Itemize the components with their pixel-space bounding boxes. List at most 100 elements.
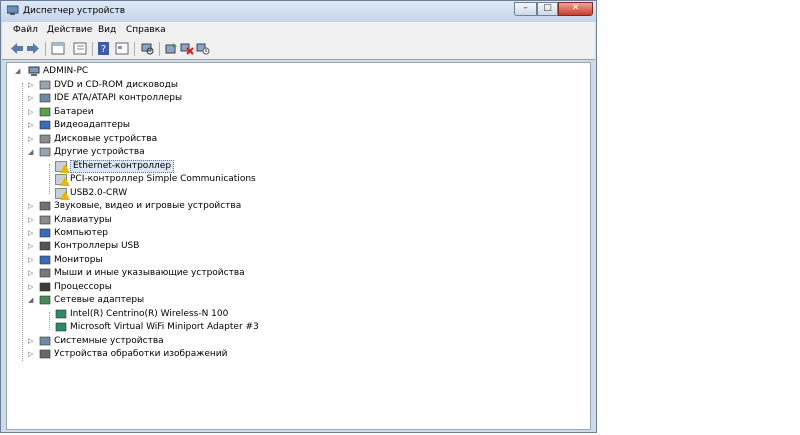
maximize-button[interactable]: □ (537, 2, 558, 16)
tree-device[interactable]: PCI-контроллер Simple Communications (55, 173, 475, 187)
collapse-arrow-icon[interactable]: ◢ (28, 146, 36, 159)
processor-icon (39, 282, 51, 292)
toolbar-separator (134, 42, 135, 56)
network-card-icon (55, 322, 67, 332)
tree-category[interactable]: ▷ Контроллеры USB (28, 240, 448, 253)
expand-root-icon[interactable]: ◢ (15, 65, 23, 78)
uninstall-icon[interactable] (180, 42, 194, 55)
tree-device[interactable]: USB2.0-CRW (55, 187, 475, 200)
tree-category[interactable]: ▷ Звуковые, видео и игровые устройства (28, 200, 448, 213)
tree-node-label: Устройства обработки изображений (54, 349, 228, 359)
expand-arrow-icon[interactable]: ▷ (28, 227, 36, 240)
toolbar: ? (2, 39, 595, 60)
tree-node-label: DVD и CD-ROM дисководы (54, 80, 178, 90)
expand-arrow-icon[interactable]: ▷ (28, 335, 36, 348)
tree-category[interactable]: ▷ Видеоадаптеры (28, 119, 448, 132)
tree-category[interactable]: ▷ Системные устройства (28, 335, 448, 348)
tree-guide-line (49, 312, 50, 330)
expand-arrow-icon[interactable]: ▷ (28, 348, 36, 361)
tree-node-label: USB2.0-CRW (70, 187, 128, 198)
system-devices-icon (39, 336, 51, 345)
tree-category[interactable]: ▷ Мыши и иные указывающие устройства (28, 267, 448, 280)
tree-device[interactable]: Intel(R) Centrino(R) Wireless-N 100 (55, 308, 475, 321)
warning-triangle-icon (60, 163, 70, 173)
expand-arrow-icon[interactable]: ▷ (28, 281, 36, 294)
expand-arrow-icon[interactable]: ▷ (28, 119, 36, 132)
imaging-device-icon (39, 349, 51, 359)
warning-device-icon (55, 174, 70, 187)
computer-icon (28, 66, 40, 76)
tree-node-label: Звуковые, видео и игровые устройства (54, 201, 242, 212)
keyboard-icon (39, 215, 51, 224)
tree-category[interactable]: ▷ Батареи (28, 106, 448, 119)
update-driver-icon[interactable] (164, 42, 178, 55)
warning-device-icon (55, 160, 70, 173)
device-manager-icon (7, 5, 19, 15)
root-label: ADMIN-PC (43, 66, 89, 76)
expand-arrow-icon[interactable]: ▷ (28, 240, 36, 253)
tree-category[interactable]: ▷ Устройства обработки изображений (28, 348, 448, 361)
disable-device-icon[interactable] (196, 42, 210, 55)
menu-help[interactable]: Справка (126, 25, 166, 35)
device-manager-window: Диспетчер устройств – □ ✕ Файл Действие … (0, 0, 597, 433)
toolbar-separator (92, 42, 93, 56)
monitor-computer-icon (39, 228, 51, 238)
tree-node-label: Батареи (54, 106, 94, 117)
expand-arrow-icon[interactable]: ▷ (28, 214, 36, 227)
tree-category[interactable]: ▷ IDE ATA/ATAPI контроллеры (28, 92, 448, 105)
back-arrow-icon[interactable] (10, 42, 24, 55)
tree-category[interactable]: ▷ Компьютер (28, 227, 448, 240)
expand-arrow-icon[interactable]: ▷ (28, 254, 36, 267)
tree-node-label: Системные устройства (54, 335, 164, 346)
expand-arrow-icon[interactable]: ▷ (28, 79, 36, 92)
tree-device[interactable]: Ethernet-контроллер (55, 159, 475, 173)
network-adapter-icon (39, 295, 51, 305)
close-button[interactable]: ✕ (558, 2, 593, 16)
expand-arrow-icon[interactable]: ▷ (28, 133, 36, 146)
minimize-button[interactable]: – (514, 2, 537, 16)
menu-bar: Файл Действие Вид Справка (2, 22, 595, 39)
tree-category[interactable]: ◢ Сетевые адаптеры (28, 294, 448, 307)
collapse-arrow-icon[interactable]: ◢ (28, 294, 36, 307)
tree-category[interactable]: ▷ Мониторы (28, 254, 448, 267)
menu-action[interactable]: Действие (47, 25, 92, 35)
battery-icon (39, 107, 51, 117)
device-tree[interactable]: ◢ ADMIN-PC ▷ DVD и CD-ROM дисководы ▷ IDE A… (6, 62, 591, 430)
monitor-icon (39, 255, 51, 265)
title-bar[interactable]: Диспетчер устройств – □ ✕ (1, 1, 596, 22)
usb-icon (39, 242, 51, 251)
tree-category[interactable]: ▷ Клавиатуры (28, 214, 448, 227)
tree-category[interactable]: ◢ Другие устройства (28, 146, 448, 159)
show-hide-tree-icon[interactable] (73, 42, 87, 55)
tree-node-label: Мыши и иные указывающие устройства (54, 268, 245, 279)
tree-node-label: Процессоры (54, 281, 112, 292)
expand-arrow-icon[interactable]: ▷ (28, 267, 36, 280)
scan-hardware-icon[interactable] (140, 42, 154, 55)
tree-node-label: Intel(R) Centrino(R) Wireless-N 100 (70, 308, 229, 319)
properties-window-icon[interactable] (51, 42, 65, 55)
toolbar-separator (45, 42, 46, 56)
tree-root[interactable]: ◢ ADMIN-PC (15, 65, 215, 78)
view-icon[interactable] (115, 42, 129, 55)
tree-node-label: Сетевые адаптеры (54, 295, 145, 306)
menu-file[interactable]: Файл (13, 25, 38, 35)
warning-triangle-icon (60, 190, 70, 200)
other-devices-icon (39, 147, 51, 157)
warning-triangle-icon (60, 177, 70, 187)
tree-category[interactable]: ▷ DVD и CD-ROM дисководы (28, 79, 448, 92)
help-icon[interactable]: ? (97, 42, 111, 55)
tree-device[interactable]: Microsoft Virtual WiFi Miniport Adapter … (55, 321, 475, 334)
menu-view[interactable]: Вид (98, 25, 116, 35)
sound-icon (39, 201, 51, 211)
tree-category[interactable]: ▷ Процессоры (28, 281, 448, 294)
tree-category[interactable]: ▷ Дисковые устройства (28, 133, 448, 146)
mouse-icon (39, 268, 51, 278)
expand-arrow-icon[interactable]: ▷ (28, 92, 36, 105)
tree-node-label: Microsoft Virtual WiFi Miniport Adapter … (70, 322, 259, 333)
expand-arrow-icon[interactable]: ▷ (28, 200, 36, 213)
svg-text:?: ? (101, 44, 106, 55)
expand-arrow-icon[interactable]: ▷ (28, 106, 36, 119)
forward-arrow-icon[interactable] (26, 42, 40, 55)
tree-node-label: Видеоадаптеры (54, 120, 131, 131)
tree-node-label: IDE ATA/ATAPI контроллеры (54, 93, 183, 104)
